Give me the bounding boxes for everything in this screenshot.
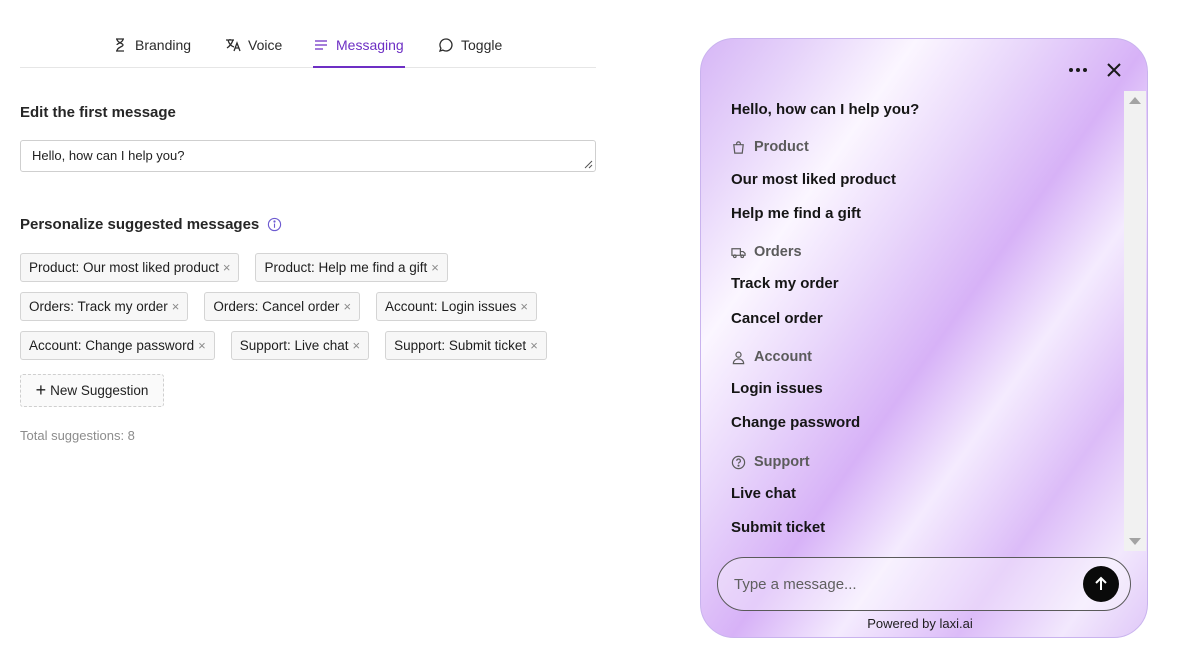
suggestion-item[interactable]: Live chat bbox=[731, 485, 796, 502]
plus-icon: + bbox=[35, 379, 47, 400]
translate-icon bbox=[226, 39, 241, 52]
tab-messaging[interactable]: Messaging bbox=[313, 30, 405, 68]
category-label: Orders bbox=[754, 244, 802, 260]
suggestion-chip[interactable]: Orders: Cancel order × bbox=[204, 292, 361, 321]
first-message-title: Edit the first message bbox=[20, 104, 176, 121]
remove-chip-icon[interactable]: × bbox=[172, 299, 180, 314]
suggestion-chip[interactable]: Orders: Track my order × bbox=[20, 292, 189, 321]
category-label: Account bbox=[754, 349, 812, 365]
send-button[interactable] bbox=[1083, 566, 1119, 602]
remove-chip-icon[interactable]: × bbox=[223, 260, 231, 275]
widget-message-input[interactable] bbox=[734, 558, 1074, 610]
widget-message-input-container bbox=[717, 557, 1131, 611]
chip-label: Account: Login issues bbox=[385, 299, 517, 314]
chip-label: Support: Live chat bbox=[239, 338, 349, 353]
settings-tabs: Branding Voice Messaging Toggle bbox=[20, 30, 596, 68]
suggestion-item[interactable]: Change password bbox=[731, 414, 860, 431]
resize-grip-icon[interactable] bbox=[583, 159, 593, 169]
remove-chip-icon[interactable]: × bbox=[353, 338, 361, 353]
tab-toggle[interactable]: Toggle bbox=[438, 30, 502, 68]
suggestion-chip[interactable]: Support: Submit ticket × bbox=[385, 331, 547, 360]
chip-label: Support: Submit ticket bbox=[394, 338, 527, 353]
new-suggestion-label: New Suggestion bbox=[50, 383, 149, 398]
arrow-up-icon bbox=[1095, 576, 1107, 590]
chip-label: Product: Help me find a gift bbox=[264, 260, 428, 275]
suggestion-item[interactable]: Login issues bbox=[731, 380, 823, 397]
tab-voice-label: Voice bbox=[248, 37, 283, 53]
suggestion-chip[interactable]: Account: Change password × bbox=[20, 331, 215, 360]
category-product: Product bbox=[731, 139, 809, 155]
category-account: Account bbox=[731, 349, 812, 365]
chip-row: Orders: Track my order × Orders: Cancel o… bbox=[20, 292, 600, 321]
suggestion-item[interactable]: Track my order bbox=[731, 275, 839, 292]
tab-voice[interactable]: Voice bbox=[225, 30, 282, 68]
suggest-section-title: Personalize suggested messages bbox=[20, 216, 282, 233]
widget-greeting: Hello, how can I help you? bbox=[731, 101, 920, 118]
chip-label: Product: Our most liked product bbox=[29, 260, 219, 275]
category-support: Support bbox=[731, 454, 810, 470]
remove-chip-icon[interactable]: × bbox=[431, 260, 439, 275]
chip-row: Account: Change password × Support: Live … bbox=[20, 331, 600, 360]
truck-icon bbox=[731, 247, 746, 258]
suggestion-chip[interactable]: Account: Login issues × bbox=[376, 292, 537, 321]
first-message-input[interactable]: Hello, how can I help you? bbox=[20, 140, 596, 172]
suggestion-item[interactable]: Submit ticket bbox=[731, 519, 825, 536]
first-message-value: Hello, how can I help you? bbox=[32, 148, 185, 163]
tab-branding[interactable]: Branding bbox=[112, 30, 191, 68]
help-circle-icon bbox=[731, 455, 746, 469]
scroll-up-icon[interactable] bbox=[1129, 97, 1141, 104]
category-label: Support bbox=[754, 454, 810, 470]
tab-messaging-label: Messaging bbox=[336, 37, 404, 53]
tab-toggle-label: Toggle bbox=[461, 37, 503, 53]
suggestion-chips: Product: Our most liked product × Product… bbox=[20, 253, 600, 370]
chip-label: Orders: Cancel order bbox=[213, 299, 340, 314]
scroll-down-icon[interactable] bbox=[1129, 538, 1141, 545]
lines-icon bbox=[315, 40, 327, 50]
suggestion-item[interactable]: Help me find a gift bbox=[731, 205, 861, 222]
remove-chip-icon[interactable]: × bbox=[530, 338, 538, 353]
suggest-title-text: Personalize suggested messages bbox=[20, 216, 260, 233]
more-options-icon[interactable] bbox=[1067, 61, 1089, 79]
chat-bubble-icon bbox=[438, 38, 453, 53]
chip-label: Account: Change password bbox=[29, 338, 195, 353]
category-label: Product bbox=[754, 139, 809, 155]
chat-widget-preview: Hello, how can I help you? Product Our m… bbox=[700, 38, 1148, 638]
suggestion-chip[interactable]: Product: Help me find a gift × bbox=[255, 253, 448, 282]
widget-scrollbar[interactable] bbox=[1124, 91, 1146, 551]
chip-row: Product: Our most liked product × Product… bbox=[20, 253, 600, 282]
widget-message-area: Hello, how can I help you? Product Our m… bbox=[701, 91, 1147, 551]
suggestion-chip[interactable]: Support: Live chat × bbox=[230, 331, 370, 360]
powered-by: Powered by laxi.ai bbox=[867, 616, 973, 631]
new-suggestion-button[interactable]: + New Suggestion bbox=[20, 374, 164, 407]
tab-branding-label: Branding bbox=[135, 37, 192, 53]
user-icon bbox=[732, 351, 745, 364]
category-orders: Orders bbox=[731, 244, 802, 260]
shopping-bag-icon bbox=[733, 140, 744, 154]
chip-label: Orders: Track my order bbox=[29, 299, 168, 314]
suggestion-item[interactable]: Our most liked product bbox=[731, 171, 896, 188]
remove-chip-icon[interactable]: × bbox=[343, 299, 351, 314]
remove-chip-icon[interactable]: × bbox=[520, 299, 528, 314]
suggestion-item[interactable]: Cancel order bbox=[731, 310, 823, 327]
info-icon[interactable] bbox=[267, 217, 282, 232]
remove-chip-icon[interactable]: × bbox=[198, 338, 206, 353]
hourglass-icon bbox=[116, 38, 124, 52]
total-suggestions: Total suggestions: 8 bbox=[20, 428, 135, 443]
close-icon[interactable] bbox=[1104, 60, 1124, 80]
suggestion-chip[interactable]: Product: Our most liked product × bbox=[20, 253, 240, 282]
